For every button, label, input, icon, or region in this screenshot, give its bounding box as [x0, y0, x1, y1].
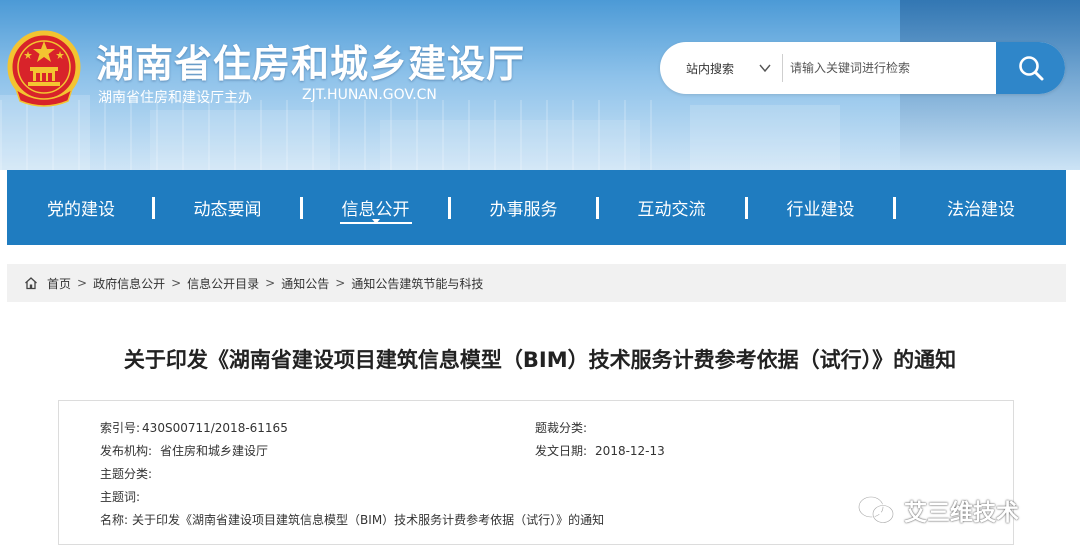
meta-category: 题裁分类:	[535, 419, 595, 436]
meta-date-value: 2018-12-13	[595, 444, 665, 458]
nav-active-marker	[372, 219, 380, 224]
site-header: 湖南省住房和城乡建设厅 湖南省住房和建设厅主办 ZJT.HUNAN.GOV.CN…	[0, 0, 1080, 170]
breadcrumb-separator: >	[265, 276, 276, 290]
meta-date-label: 发文日期:	[535, 444, 588, 458]
site-domain: ZJT.HUNAN.GOV.CN	[302, 87, 437, 103]
meta-keywords-label: 主题词:	[100, 490, 141, 504]
search-scope-select[interactable]: 站内搜索	[660, 42, 780, 94]
site-subtitle: 湖南省住房和建设厅主办	[98, 90, 252, 106]
meta-keywords: 主题词:	[100, 488, 148, 505]
meta-name-value: 关于印发《湖南省建设项目建筑信息模型（BIM）技术服务计费参考依据（试行）》的通…	[132, 513, 605, 527]
meta-index-label: 索引号:	[100, 421, 141, 435]
nav-item-info-disclosure[interactable]: 信息公开	[303, 170, 448, 245]
nav-item-industry[interactable]: 行业建设	[748, 170, 893, 245]
chevron-down-icon	[759, 64, 771, 73]
search-button[interactable]	[996, 42, 1065, 94]
breadcrumb-gov-info[interactable]: 政府信息公开	[93, 275, 165, 292]
breadcrumb-current[interactable]: 通知公告建筑节能与科技	[351, 275, 483, 292]
meta-category-label: 题裁分类:	[535, 421, 588, 435]
nav-item-party-building[interactable]: 党的建设	[13, 170, 149, 245]
breadcrumb-separator: >	[335, 276, 346, 290]
nav-item-services[interactable]: 办事服务	[451, 170, 596, 245]
main-nav: 党的建设 动态要闻 信息公开 办事服务 互动交流 行业建设 法治建设	[7, 170, 1066, 245]
article-title: 关于印发《湖南省建设项目建筑信息模型（BIM）技术服务计费参考依据（试行）》的通…	[123, 348, 957, 372]
search-icon	[1018, 56, 1043, 81]
home-icon[interactable]	[24, 276, 38, 290]
watermark-text: 艾三维技术	[904, 500, 1019, 526]
breadcrumb-separator: >	[77, 276, 88, 290]
meta-publisher-label: 发布机构:	[100, 444, 153, 458]
search-divider	[782, 54, 783, 82]
meta-topic: 主题分类:	[100, 465, 160, 482]
wechat-watermark: 艾三维技术	[856, 490, 1019, 530]
meta-date: 发文日期: 2018-12-13	[535, 442, 665, 459]
breadcrumb-info-catalog[interactable]: 信息公开目录	[187, 275, 259, 292]
meta-publisher-value: 省住房和城乡建设厅	[160, 444, 269, 458]
background-building	[690, 105, 840, 170]
breadcrumb-notices[interactable]: 通知公告	[281, 275, 329, 292]
site-title[interactable]: 湖南省住房和城乡建设厅	[96, 33, 525, 88]
meta-index: 索引号: 430S00711/2018-61165	[100, 419, 288, 436]
breadcrumb-home[interactable]: 首页	[47, 275, 71, 292]
search-input[interactable]	[790, 52, 990, 84]
breadcrumb-separator: >	[171, 276, 182, 290]
nav-item-rule-of-law[interactable]: 法治建设	[896, 170, 1066, 245]
meta-name-label: 名称:	[100, 513, 129, 527]
nav-item-news[interactable]: 动态要闻	[155, 170, 300, 245]
meta-publisher: 发布机构: 省住房和城乡建设厅	[100, 442, 268, 459]
search-scope-label: 站内搜索	[686, 61, 735, 76]
background-pattern	[0, 100, 660, 170]
breadcrumb: 首页 > 政府信息公开 > 信息公开目录 > 通知公告 > 通知公告建筑节能与科…	[7, 264, 1066, 302]
nav-item-interaction[interactable]: 互动交流	[599, 170, 744, 245]
wechat-icon	[857, 495, 895, 524]
national-emblem-icon[interactable]	[6, 29, 82, 107]
meta-name: 名称: 关于印发《湖南省建设项目建筑信息模型（BIM）技术服务计费参考依据（试行）…	[100, 511, 604, 528]
meta-index-value: 430S00711/2018-61165	[142, 421, 288, 435]
search-bar: 站内搜索	[660, 42, 1065, 94]
meta-topic-label: 主题分类:	[100, 467, 153, 481]
